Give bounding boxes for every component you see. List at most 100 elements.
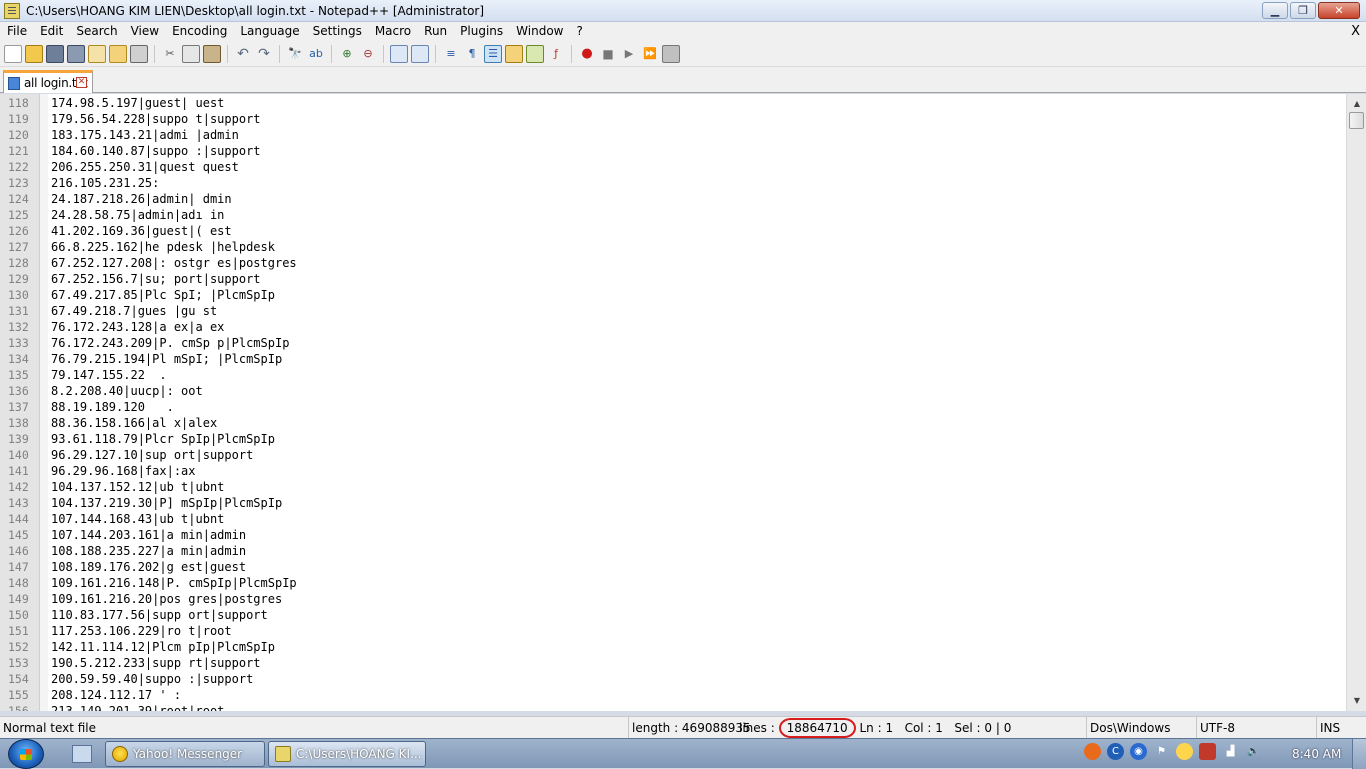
indent-guide-icon[interactable]: ☰ (484, 44, 502, 63)
editor-line[interactable]: 121 184.60.140.87|suppo :|support (0, 143, 1346, 159)
editor-line[interactable]: 122 206.255.250.31|quest quest (0, 159, 1346, 175)
open-file-icon[interactable] (25, 44, 43, 63)
editor-line[interactable]: 146 108.188.235.227|a min|admin (0, 543, 1346, 559)
word-wrap-icon[interactable]: ≡ (442, 45, 460, 63)
editor-line[interactable]: 124 24.187.218.26|admin| dmin (0, 191, 1346, 207)
scroll-up-arrow-icon[interactable]: ▲ (1349, 96, 1365, 112)
tab-close-icon[interactable]: ✕ (76, 77, 87, 88)
record-macro-icon[interactable]: ● (578, 45, 596, 63)
editor-line[interactable]: 140 96.29.127.10|sup ort|support (0, 447, 1346, 463)
firefox-tray-icon[interactable] (1084, 743, 1101, 760)
editor-line[interactable]: 148 109.161.216.148|P. cmSpIp|PlcmSpIp (0, 575, 1346, 591)
editor-line[interactable]: 145 107.144.203.161|a min|admin (0, 527, 1346, 543)
menu-window[interactable]: Window (509, 22, 569, 41)
play-macro-icon[interactable]: ▶ (620, 45, 638, 63)
close-window-button[interactable]: ✕ (1318, 2, 1360, 19)
editor-line[interactable]: 153 190.5.212.233|supp rt|support (0, 655, 1346, 671)
menu-macro[interactable]: Macro (368, 22, 417, 41)
editor-line[interactable]: 118 174.98.5.197|guest| uest (0, 95, 1346, 111)
menu-file[interactable]: File (0, 22, 33, 41)
editor-line[interactable]: 152 142.11.114.12|Plcm pIp|PlcmSpIp (0, 639, 1346, 655)
yahoo-tray-icon[interactable] (1176, 743, 1193, 760)
close-all-icon[interactable] (109, 44, 127, 63)
editor-line[interactable]: 147 108.189.176.202|g est|guest (0, 559, 1346, 575)
editor-line[interactable]: 155 208.124.112.17 ' : (0, 687, 1346, 703)
editor-line[interactable]: 141 96.29.96.168|fax|:ax (0, 463, 1346, 479)
menu-help[interactable]: ? (569, 22, 588, 41)
editor-line[interactable]: 132 76.172.243.128|a ex|a ex (0, 319, 1346, 335)
stop-macro-icon[interactable]: ■ (599, 45, 617, 63)
editor-line[interactable]: 143 104.137.219.30|P] mSpIp|PlcmSpIp (0, 495, 1346, 511)
start-button[interactable] (8, 739, 44, 769)
editor-line[interactable]: 134 76.79.215.194|Pl mSpI; |PlcmSpIp (0, 351, 1346, 367)
restore-button[interactable]: ❐ (1290, 2, 1316, 19)
menu-edit[interactable]: Edit (33, 22, 69, 41)
zoom-out-icon[interactable]: ⊖ (359, 45, 377, 63)
save-all-icon[interactable] (67, 44, 85, 63)
editor-line[interactable]: 130 67.49.217.85|Plc SpI; |PlcmSpIp (0, 287, 1346, 303)
taskbar-yahoo-messenger[interactable]: Yahoo! Messenger (105, 741, 265, 767)
editor-line[interactable]: 135 79.147.155.22 . (0, 367, 1346, 383)
zoom-in-icon[interactable]: ⊕ (338, 45, 356, 63)
action-center-flag-icon[interactable]: ⚑ (1153, 743, 1170, 760)
save-icon[interactable] (46, 44, 64, 63)
menu-view[interactable]: View (124, 22, 165, 41)
sync-horizontal-icon[interactable] (411, 44, 429, 63)
run-macro-multiple-icon[interactable]: ⏩ (641, 45, 659, 63)
editor-line[interactable]: 127 66.8.225.162|he pdesk |helpdesk (0, 239, 1346, 255)
print-icon[interactable] (130, 44, 148, 63)
define-language-icon[interactable] (505, 44, 523, 63)
function-list-icon[interactable]: ƒ (547, 45, 565, 63)
sync-vertical-icon[interactable] (390, 44, 408, 63)
editor-line[interactable]: 156 213.149.201.39|root|root (0, 703, 1346, 711)
editor-line[interactable]: 133 76.172.243.209|P. cmSp p|PlcmSpIp (0, 335, 1346, 351)
editor-line[interactable]: 125 24.28.58.75|admin|adı in (0, 207, 1346, 223)
clock[interactable]: 8:40 AM (1292, 739, 1341, 769)
editor-line[interactable]: 154 200.59.59.40|suppo :|support (0, 671, 1346, 687)
network-signal-icon[interactable]: ▟ (1222, 743, 1239, 760)
close-file-icon[interactable] (88, 44, 106, 63)
editor-line[interactable]: 137 88.19.189.120 . (0, 399, 1346, 415)
undo-icon[interactable]: ↶ (234, 45, 252, 63)
save-macro-icon[interactable] (662, 44, 680, 63)
editor-line[interactable]: 150 110.83.177.56|supp ort|support (0, 607, 1346, 623)
scrollbar-thumb[interactable] (1349, 112, 1364, 129)
copy-icon[interactable] (182, 44, 200, 63)
editor-line[interactable]: 119 179.56.54.228|suppo t|support (0, 111, 1346, 127)
paste-icon[interactable] (203, 44, 221, 63)
editor-area[interactable]: 118 174.98.5.197|guest| uest 119 179.56.54.… (0, 94, 1346, 711)
show-desktop-button[interactable] (1352, 739, 1366, 769)
tab-all-login[interactable]: all login.txt ✕ (3, 70, 93, 93)
editor-line[interactable]: 149 109.161.216.20|pos gres|postgres (0, 591, 1346, 607)
menu-run[interactable]: Run (417, 22, 453, 41)
minimize-button[interactable]: ▁ (1262, 2, 1288, 19)
new-file-icon[interactable] (4, 44, 22, 63)
editor-line[interactable]: 136 8.2.208.40|uucp|: oot (0, 383, 1346, 399)
editor-line[interactable]: 120 183.175.143.21|admi |admin (0, 127, 1346, 143)
cut-icon[interactable]: ✂ (161, 45, 179, 63)
editor-line[interactable]: 126 41.202.169.36|guest|( est (0, 223, 1346, 239)
redo-icon[interactable]: ↷ (255, 45, 273, 63)
menu-search[interactable]: Search (69, 22, 123, 41)
replace-icon[interactable]: ab (307, 45, 325, 63)
editor-line[interactable]: 123 216.105.231.25: (0, 175, 1346, 191)
show-all-characters-icon[interactable]: ¶ (463, 45, 481, 63)
editor-line[interactable]: 151 117.253.106.229|ro t|root (0, 623, 1346, 639)
show-desktop-quick-icon[interactable] (72, 745, 92, 763)
security-tray-icon[interactable] (1199, 743, 1216, 760)
editor-line[interactable]: 131 67.49.218.7|gues |gu st (0, 303, 1346, 319)
editor-line[interactable]: 128 67.252.127.208|: ostgr es|postgres (0, 255, 1346, 271)
editor-line[interactable]: 129 67.252.156.7|su; port|support (0, 271, 1346, 287)
close-document-button[interactable]: X (1351, 22, 1360, 41)
menu-encoding[interactable]: Encoding (165, 22, 233, 41)
volume-icon[interactable]: 🔈 (1245, 743, 1262, 760)
vertical-scrollbar[interactable]: ▲ ▼ (1346, 94, 1366, 711)
editor-line[interactable]: 138 88.36.158.166|al x|alex (0, 415, 1346, 431)
scroll-down-arrow-icon[interactable]: ▼ (1349, 693, 1365, 709)
menu-language[interactable]: Language (233, 22, 305, 41)
editor-line[interactable]: 142 104.137.152.12|ub t|ubnt (0, 479, 1346, 495)
ccleaner-tray-icon[interactable]: C (1107, 743, 1124, 760)
editor-line[interactable]: 144 107.144.168.43|ub t|ubnt (0, 511, 1346, 527)
editor-line[interactable]: 139 93.61.118.79|Plcr SpIp|PlcmSpIp (0, 431, 1346, 447)
document-map-icon[interactable] (526, 44, 544, 63)
